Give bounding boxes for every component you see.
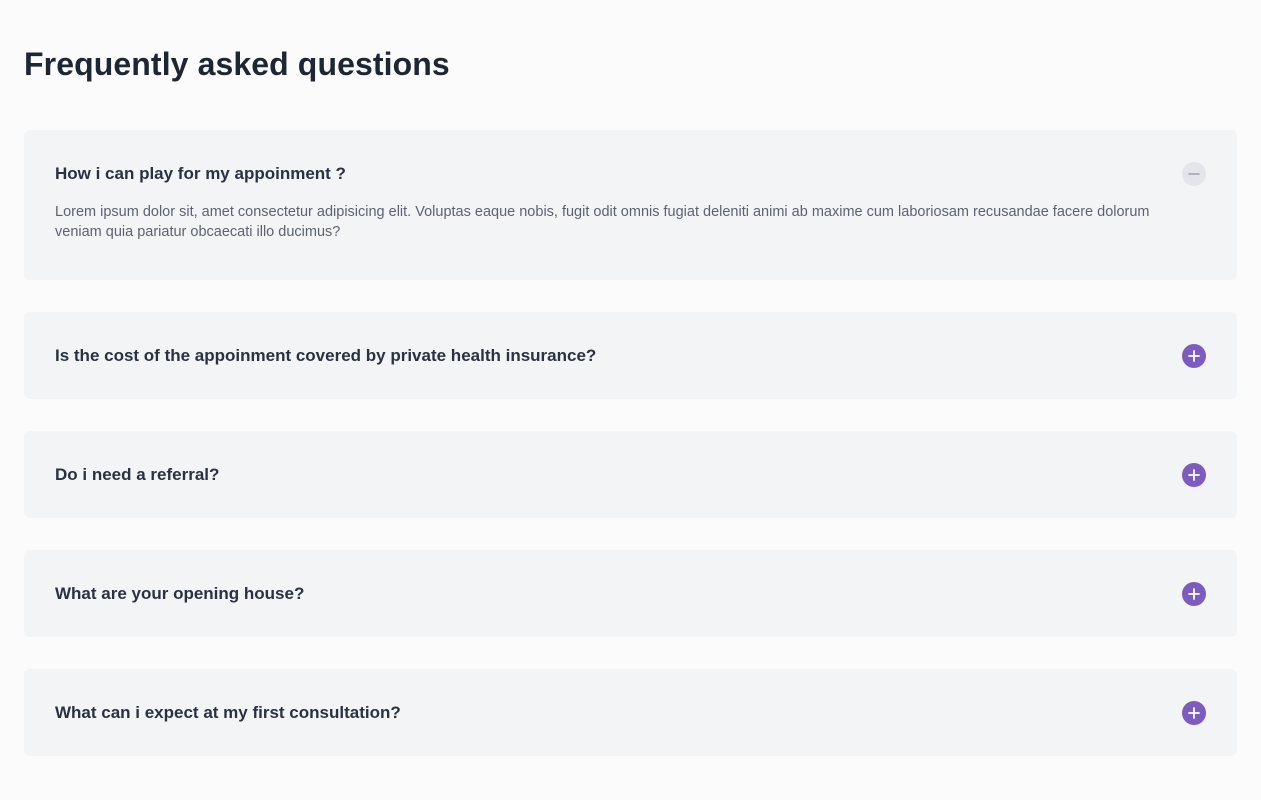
faq-question: What are your opening house? — [55, 583, 305, 603]
faq-question-row[interactable]: What are your opening house? — [24, 550, 1237, 637]
plus-icon[interactable] — [1182, 343, 1206, 368]
faq-item[interactable]: Do i need a referral? — [24, 431, 1237, 518]
faq-page: Frequently asked questions How i can pla… — [0, 0, 1261, 800]
faq-question-row[interactable]: How i can play for my appoinment ? — [24, 130, 1237, 217]
faq-question: How i can play for my appoinment ? — [55, 163, 346, 183]
faq-question-row[interactable]: Is the cost of the appoinment covered by… — [24, 312, 1237, 399]
faq-question: What can i expect at my first consultati… — [55, 702, 401, 722]
page-title: Frequently asked questions — [24, 46, 450, 82]
faq-item[interactable]: What can i expect at my first consultati… — [24, 669, 1237, 756]
plus-icon[interactable] — [1182, 581, 1206, 606]
minus-icon[interactable] — [1182, 161, 1206, 186]
faq-question-row[interactable]: What can i expect at my first consultati… — [24, 669, 1237, 756]
faq-question: Do i need a referral? — [55, 464, 220, 484]
plus-icon[interactable] — [1182, 462, 1206, 487]
faq-item[interactable]: Is the cost of the appoinment covered by… — [24, 312, 1237, 399]
faq-question-row[interactable]: Do i need a referral? — [24, 431, 1237, 518]
faq-item[interactable]: How i can play for my appoinment ? Lorem… — [24, 130, 1237, 280]
faq-item[interactable]: What are your opening house? — [24, 550, 1237, 637]
plus-icon[interactable] — [1182, 700, 1206, 725]
faq-list: How i can play for my appoinment ? Lorem… — [24, 130, 1237, 788]
faq-question: Is the cost of the appoinment covered by… — [55, 345, 597, 365]
